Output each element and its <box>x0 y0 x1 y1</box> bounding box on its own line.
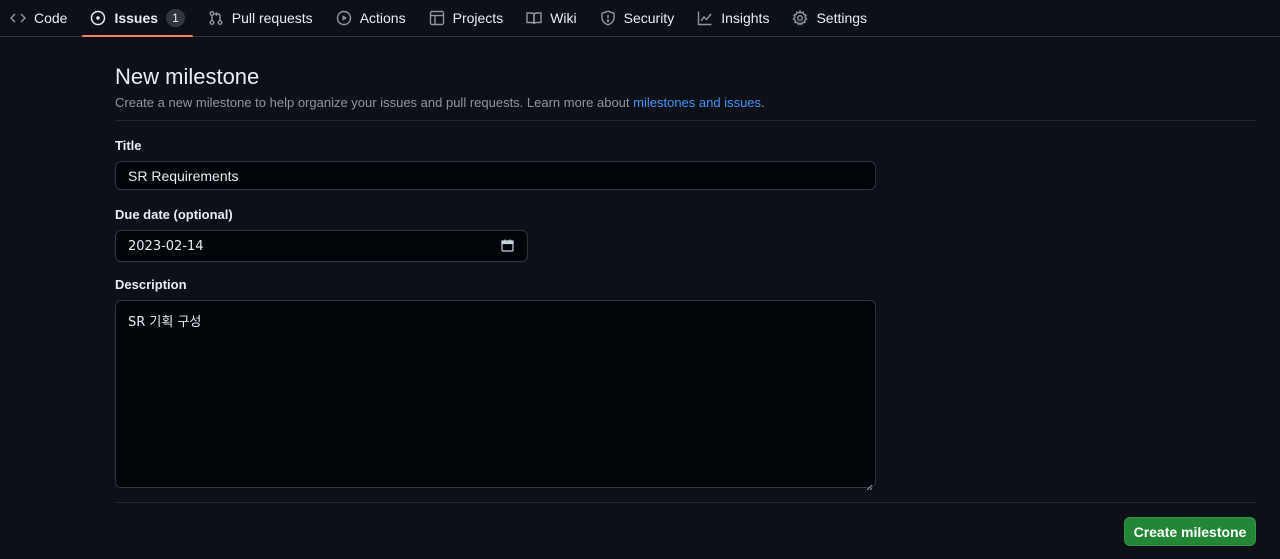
issue-opened-icon <box>90 10 106 26</box>
due-date-label: Due date (optional) <box>115 207 233 222</box>
tab-code-label: Code <box>34 10 68 26</box>
tab-actions-label: Actions <box>359 10 406 26</box>
tab-pull-requests-label: Pull requests <box>231 10 313 26</box>
issues-counter: 1 <box>166 9 185 27</box>
tab-projects[interactable]: Projects <box>421 0 512 36</box>
tab-settings[interactable]: Settings <box>784 0 875 36</box>
description-textarea[interactable]: SR 기획 구성 <box>115 300 876 491</box>
book-icon <box>526 10 542 26</box>
code-icon <box>10 10 26 26</box>
title-label: Title <box>115 138 142 153</box>
calendar-icon[interactable] <box>501 239 514 252</box>
tab-actions[interactable]: Actions <box>328 0 414 36</box>
page-title: New milestone <box>115 64 260 89</box>
git-pull-request-icon <box>208 10 224 26</box>
tab-security[interactable]: Security <box>592 0 683 36</box>
play-icon <box>336 10 352 26</box>
graph-icon <box>697 10 713 26</box>
tab-wiki-label: Wiki <box>550 10 577 26</box>
page-description: Create a new milestone to help organize … <box>115 95 765 110</box>
repo-nav: Code Issues 1 Pull requests Actions Proj… <box>0 0 1280 37</box>
description-label: Description <box>115 277 187 292</box>
resize-handle[interactable] <box>866 478 873 491</box>
header-divider <box>115 120 1256 121</box>
due-date-input[interactable]: 2023-02-14 <box>115 230 528 262</box>
due-date-value: 2023-02-14 <box>128 238 204 254</box>
shield-icon <box>600 10 616 26</box>
title-input[interactable]: SR Requirements <box>115 161 876 190</box>
page-description-text: Create a new milestone to help organize … <box>115 95 634 110</box>
tab-settings-label: Settings <box>816 10 868 26</box>
tab-pull-requests[interactable]: Pull requests <box>200 0 321 36</box>
tab-projects-label: Projects <box>452 10 504 26</box>
tab-issues-label: Issues <box>114 10 159 26</box>
description-value: SR 기획 구성 <box>128 315 202 330</box>
tab-wiki[interactable]: Wiki <box>518 0 584 36</box>
tab-insights[interactable]: Insights <box>689 0 777 36</box>
footer-divider <box>115 502 1256 503</box>
tab-security-label: Security <box>623 10 675 26</box>
create-milestone-button[interactable]: Create milestone <box>1124 517 1256 546</box>
tab-insights-label: Insights <box>721 10 770 26</box>
tab-issues[interactable]: Issues 1 <box>82 0 194 37</box>
gear-icon <box>792 10 808 26</box>
tab-code[interactable]: Code <box>2 0 75 36</box>
milestones-and-issues-link[interactable]: milestones and issues <box>633 95 761 110</box>
table-icon <box>429 10 445 26</box>
title-input-value: SR Requirements <box>128 167 239 184</box>
page-description-end: . <box>761 95 765 110</box>
